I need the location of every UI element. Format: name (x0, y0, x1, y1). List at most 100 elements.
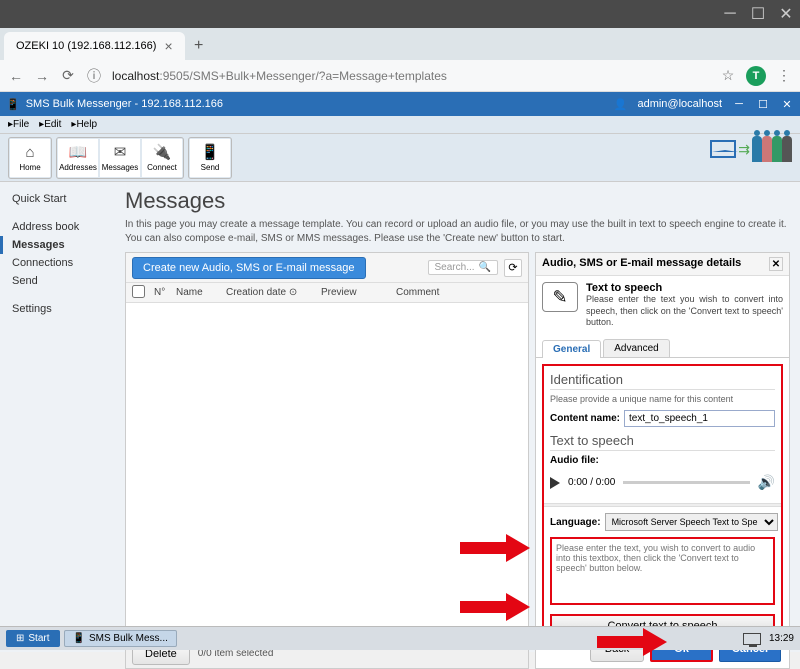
info-icon[interactable]: ⓘ (86, 68, 102, 84)
send-button[interactable]: 📱Send (190, 139, 230, 177)
arrows-icon: ⇉ (738, 141, 750, 158)
create-new-button[interactable]: Create new Audio, SMS or E-mail message (132, 257, 366, 279)
plug-icon: 🔌 (153, 143, 172, 161)
app-maximize-icon[interactable]: ☐ (756, 97, 770, 111)
language-select[interactable]: Microsoft Server Speech Text to Spe (605, 513, 778, 531)
avatar[interactable]: T (746, 66, 766, 86)
reload-icon[interactable]: ⟳ (60, 68, 76, 84)
home-button[interactable]: ⌂Home (10, 139, 50, 177)
play-icon[interactable] (550, 477, 560, 489)
app-header: 📱 SMS Bulk Messenger - 192.168.112.166 👤… (0, 92, 800, 116)
tab-advanced[interactable]: Advanced (603, 339, 669, 357)
book-icon: 📖 (69, 143, 88, 161)
tts-heading: Text to speech (550, 433, 775, 451)
tts-header-desc: Please enter the text you wish to conver… (586, 294, 783, 329)
sidebar-item-settings[interactable]: Settings (0, 300, 115, 318)
app-menubar: ▸File ▸Edit ▸Help (0, 116, 800, 134)
back-icon[interactable]: ← (8, 68, 24, 84)
url-host: localhost (112, 69, 159, 83)
app-title: SMS Bulk Messenger - 192.168.112.166 (26, 98, 223, 110)
sidebar-item-addressbook[interactable]: Address book (0, 218, 115, 236)
star-icon[interactable]: ☆ (720, 68, 736, 84)
start-button[interactable]: ⊞Start (6, 630, 60, 647)
message-list-panel: Create new Audio, SMS or E-mail message … (125, 252, 529, 669)
tts-textarea[interactable] (550, 537, 775, 605)
audio-time: 0:00 / 0:00 (568, 477, 615, 488)
page-description: In this page you may create a message te… (125, 218, 790, 246)
taskbar: ⊞Start 📱SMS Bulk Mess... 13:29 (0, 626, 800, 650)
content-name-input[interactable] (624, 410, 775, 427)
new-tab-button[interactable]: + (185, 32, 213, 60)
header-graphic: ⇉ (710, 136, 792, 162)
envelope-icon: ✉ (114, 143, 127, 161)
app-close-icon[interactable]: ✕ (780, 97, 794, 111)
app-icon: 📱 (73, 633, 85, 644)
phone-send-icon: 📱 (201, 143, 220, 161)
sidebar: Quick Start Address book Messages Connec… (0, 182, 115, 652)
browser-tabs-bar: OZEKI 10 (192.168.112.166) × + (0, 28, 800, 60)
identification-hint: Please provide a unique name for this co… (550, 394, 775, 404)
table-body (126, 303, 528, 638)
tab-close-icon[interactable]: × (164, 38, 172, 54)
audio-file-label: Audio file: (550, 455, 775, 466)
search-input[interactable]: Search... 🔍 (428, 260, 498, 275)
col-name[interactable]: Name (170, 287, 220, 298)
col-no[interactable]: N° (148, 287, 170, 298)
tab-general[interactable]: General (542, 340, 601, 358)
general-panel: Identification Please provide a unique n… (542, 364, 783, 646)
envelope-graphic-icon (710, 140, 736, 158)
col-date[interactable]: Creation date ⊙ (220, 287, 315, 298)
connect-button[interactable]: 🔌Connect (142, 139, 182, 177)
forward-icon[interactable]: → (34, 68, 50, 84)
table-header: N° Name Creation date ⊙ Preview Comment (126, 283, 528, 303)
details-title: Audio, SMS or E-mail message details (542, 257, 741, 271)
app-toolbar: ⌂Home 📖Addresses ✉Messages 🔌Connect 📱Sen… (0, 134, 800, 182)
tts-header-title: Text to speech (586, 282, 783, 294)
refresh-icon: ⟳ (508, 261, 517, 274)
app-minimize-icon[interactable]: ─ (732, 97, 746, 111)
addresses-button[interactable]: 📖Addresses (58, 139, 98, 177)
audio-player[interactable]: 0:00 / 0:00 🔊 (550, 474, 775, 491)
refresh-button[interactable]: ⟳ (504, 259, 522, 277)
sidebar-item-connections[interactable]: Connections (0, 254, 115, 272)
url-field[interactable]: localhost:9505/SMS+Bulk+Messenger/?a=Mes… (112, 69, 710, 83)
close-icon[interactable]: ✕ (780, 8, 792, 20)
sidebar-item-messages[interactable]: Messages (0, 236, 115, 254)
compose-icon: ✎ (542, 282, 578, 312)
menu-file[interactable]: ▸File (4, 119, 33, 130)
clock: 13:29 (769, 633, 794, 644)
minimize-icon[interactable]: ─ (724, 8, 736, 20)
sidebar-item-quickstart[interactable]: Quick Start (0, 190, 115, 208)
messages-button[interactable]: ✉Messages (100, 139, 140, 177)
col-comment[interactable]: Comment (390, 287, 528, 298)
page-title: Messages (125, 188, 790, 214)
audio-track[interactable] (623, 481, 749, 484)
search-icon: 🔍 (479, 262, 491, 273)
main-area: Quick Start Address book Messages Connec… (0, 182, 800, 652)
url-path: :9505/SMS+Bulk+Messenger/?a=Message+temp… (159, 69, 447, 83)
language-label: Language: (550, 517, 601, 528)
identification-heading: Identification (550, 372, 775, 390)
col-preview[interactable]: Preview (315, 287, 390, 298)
menu-help[interactable]: ▸Help (67, 119, 101, 130)
details-panel: Audio, SMS or E-mail message details ✕ ✎… (535, 252, 790, 669)
display-icon[interactable] (743, 633, 761, 645)
maximize-icon[interactable]: ☐ (752, 8, 764, 20)
browser-tab[interactable]: OZEKI 10 (192.168.112.166) × (4, 32, 185, 60)
user-icon: 👤 (614, 98, 628, 111)
menu-edit[interactable]: ▸Edit (35, 119, 65, 130)
browser-menu-icon[interactable]: ⋮ (776, 68, 792, 84)
content: Messages In this page you may create a m… (115, 182, 800, 652)
sidebar-item-send[interactable]: Send (0, 272, 115, 290)
select-all-checkbox[interactable] (132, 285, 145, 298)
os-titlebar: ─ ☐ ✕ (0, 0, 800, 28)
details-close-icon[interactable]: ✕ (769, 257, 783, 271)
sort-icon: ⊙ (289, 287, 297, 298)
windows-icon: ⊞ (16, 633, 24, 644)
browser-address-bar: ← → ⟳ ⓘ localhost:9505/SMS+Bulk+Messenge… (0, 60, 800, 92)
taskbar-app[interactable]: 📱SMS Bulk Mess... (64, 630, 177, 647)
tab-title: OZEKI 10 (192.168.112.166) (16, 40, 156, 52)
user-label[interactable]: admin@localhost (637, 98, 722, 110)
volume-icon[interactable]: 🔊 (758, 474, 775, 491)
content-name-label: Content name: (550, 413, 620, 424)
